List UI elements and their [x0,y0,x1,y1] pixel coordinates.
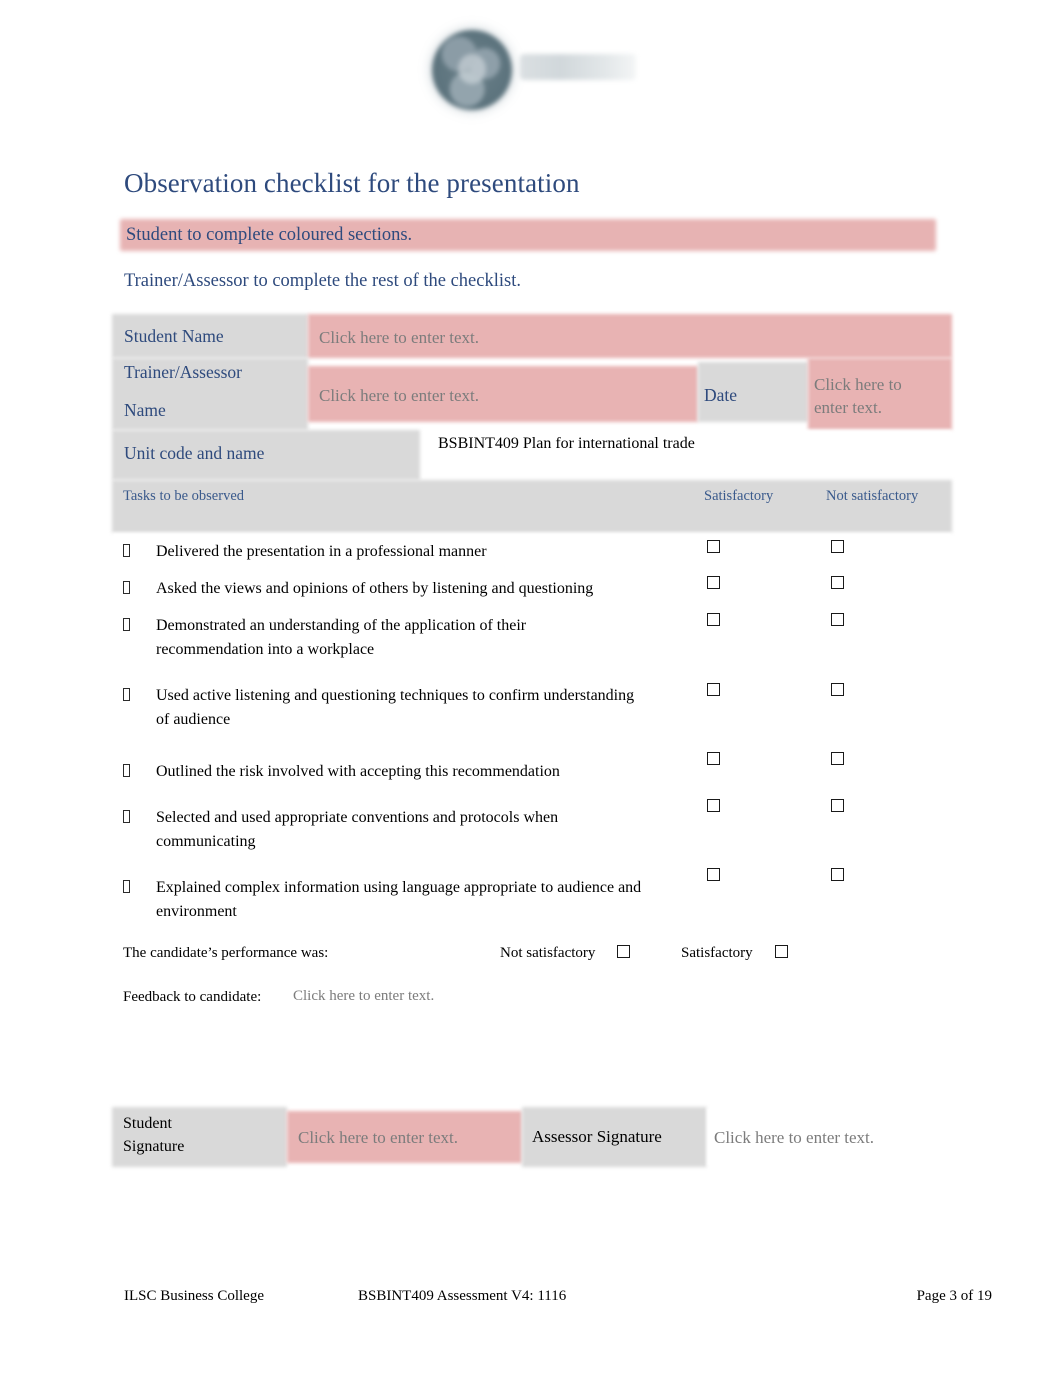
assessor-signature-input[interactable]: Click here to enter text. [714,1126,954,1149]
student-name-label: Student Name [124,326,224,346]
student-instruction-text: Student to complete coloured sections. [126,225,413,245]
task-text: Explained complex information using lang… [156,879,642,920]
checkbox-not-satisfactory[interactable] [831,576,844,589]
date-input-line2[interactable]: enter text. [814,396,954,419]
checkbox-satisfactory[interactable] [707,613,720,626]
page-title: Observation checklist for the presentati… [124,168,580,198]
feedback-input[interactable]: Click here to enter text. [293,985,693,1008]
column-header-tasks: Tasks to be observed [123,488,244,504]
checkbox-not-satisfactory[interactable] [831,540,844,553]
student-signature-label-line1: Student [123,1115,172,1132]
bullet-glyph [123,688,130,701]
checkbox-result-satisfactory[interactable] [775,945,788,958]
checkbox-satisfactory[interactable] [707,683,720,696]
checkbox-not-satisfactory[interactable] [831,613,844,626]
footer-college: ILSC Business College [124,1288,265,1304]
date-input-line1[interactable]: Click here to [814,373,954,396]
checkbox-satisfactory[interactable] [707,868,720,881]
footer-page-number: Page 3 of 19 [916,1288,992,1304]
column-header-satisfactory: Satisfactory [704,488,774,504]
student-signature-input[interactable]: Click here to enter text. [298,1126,528,1149]
checkbox-result-not-satisfactory[interactable] [617,945,630,958]
task-text: Used active listening and questioning te… [156,687,635,728]
checkbox-satisfactory[interactable] [707,799,720,812]
footer-document: BSBINT409 Assessment V4: 1116 [358,1288,567,1304]
date-label: Date [704,385,738,405]
logo-disc-icon [432,30,512,110]
student-signature-label-line2: Signature [123,1138,185,1155]
unit-value: BSBINT409 Plan for international trade [438,435,695,452]
page-footer: ILSC Business College BSBINT409 Assessme… [124,1285,992,1307]
bullet-glyph [123,544,130,557]
task-text: Demonstrated an understanding of the app… [156,617,527,658]
bullet-glyph [123,618,130,631]
checkbox-satisfactory[interactable] [707,752,720,765]
task-text: Asked the views and opinions of others b… [156,580,594,597]
checkbox-not-satisfactory[interactable] [831,799,844,812]
checkbox-satisfactory[interactable] [707,540,720,553]
student-name-input[interactable]: Click here to enter text. [319,326,739,349]
bullet-glyph [123,880,130,893]
logo-wordmark [520,54,636,80]
bullet-glyph [123,581,130,594]
assessor-signature-label: Assessor Signature [532,1127,662,1146]
task-text: Delivered the presentation in a professi… [156,543,487,560]
document-page: Observation checklist for the presentati… [0,0,1062,1376]
trainer-instruction-text: Trainer/Assessor to complete the rest of… [124,271,521,291]
unit-label: Unit code and name [124,443,265,463]
trainer-name-input[interactable]: Click here to enter text. [319,384,699,407]
bullet-glyph [123,764,130,777]
task-text: Selected and used appropriate convention… [156,809,559,850]
checkbox-satisfactory[interactable] [707,576,720,589]
checkbox-not-satisfactory[interactable] [831,683,844,696]
result-prompt: The candidate’s performance was: [123,945,329,961]
trainer-name-label-line2: Name [124,400,166,420]
checkbox-not-satisfactory[interactable] [831,868,844,881]
checkbox-not-satisfactory[interactable] [831,752,844,765]
bullet-glyph [123,810,130,823]
task-text: Outlined the risk involved with acceptin… [156,763,560,780]
result-not-satisfactory-label: Not satisfactory [500,945,596,961]
ilsc-logo [424,18,644,114]
trainer-name-label-line1: Trainer/Assessor [124,362,242,382]
column-header-not-satisfactory: Not satisfactory [826,488,919,504]
